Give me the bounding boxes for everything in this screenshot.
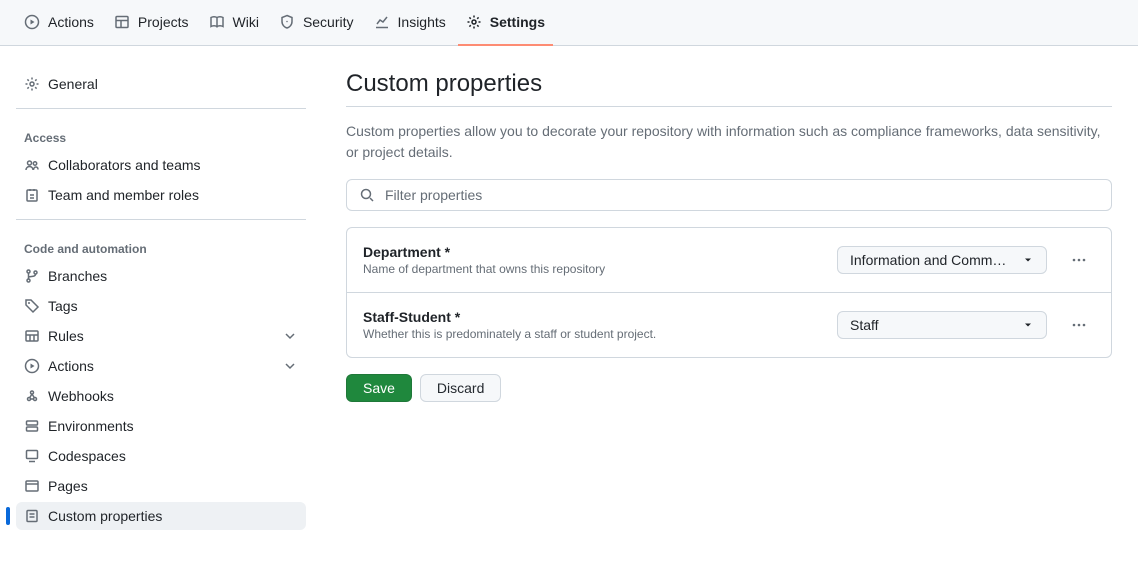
triangle-down-icon	[1022, 254, 1034, 266]
property-value-select[interactable]: Information and Commu…	[837, 246, 1047, 274]
sidebar-item-environments[interactable]: Environments	[16, 412, 306, 440]
divider	[16, 108, 306, 109]
tab-wiki[interactable]: Wiki	[201, 0, 267, 46]
property-name: Department *	[363, 244, 821, 260]
divider	[16, 219, 306, 220]
property-label-block: Department * Name of department that own…	[363, 244, 821, 276]
select-value: Staff	[850, 317, 1014, 333]
sidebar-item-codespaces[interactable]: Codespaces	[16, 442, 306, 470]
save-button[interactable]: Save	[346, 374, 412, 402]
table-icon	[114, 14, 130, 30]
tab-insights[interactable]: Insights	[366, 0, 454, 46]
sidebar-item-label: Codespaces	[48, 448, 126, 464]
sidebar-item-webhooks[interactable]: Webhooks	[16, 382, 306, 410]
sidebar-item-label: Team and member roles	[48, 187, 199, 203]
property-name: Staff-Student *	[363, 309, 821, 325]
search-icon	[359, 187, 375, 203]
play-icon	[24, 358, 40, 374]
sidebar-item-label: Pages	[48, 478, 88, 494]
gear-icon	[24, 76, 40, 92]
shield-icon	[279, 14, 295, 30]
tab-actions[interactable]: Actions	[16, 0, 102, 46]
property-description: Whether this is predominately a staff or…	[363, 327, 821, 341]
sidebar-group-code: Code and automation	[16, 234, 306, 262]
triangle-down-icon	[1022, 319, 1034, 331]
properties-list: Department * Name of department that own…	[346, 227, 1112, 358]
tag-icon	[24, 298, 40, 314]
property-row: Staff-Student * Whether this is predomin…	[347, 292, 1111, 357]
sidebar-item-label: Rules	[48, 328, 84, 344]
tab-label: Wiki	[233, 14, 259, 30]
sidebar-item-label: Custom properties	[48, 508, 162, 524]
sidebar-item-branches[interactable]: Branches	[16, 262, 306, 290]
book-icon	[209, 14, 225, 30]
discard-button[interactable]: Discard	[420, 374, 501, 402]
sidebar-item-general[interactable]: General	[16, 70, 306, 98]
sidebar-item-tags[interactable]: Tags	[16, 292, 306, 320]
property-actions-button[interactable]	[1063, 244, 1095, 276]
tab-security[interactable]: Security	[271, 0, 362, 46]
webhook-icon	[24, 388, 40, 404]
sidebar-item-label: Collaborators and teams	[48, 157, 201, 173]
chevron-down-icon	[282, 328, 298, 344]
settings-sidebar: General Access Collaborators and teams T…	[16, 70, 322, 532]
tab-settings[interactable]: Settings	[458, 0, 553, 46]
sidebar-item-rules[interactable]: Rules	[16, 322, 306, 350]
sidebar-item-collaborators[interactable]: Collaborators and teams	[16, 151, 306, 179]
sidebar-item-label: Tags	[48, 298, 78, 314]
property-label-block: Staff-Student * Whether this is predomin…	[363, 309, 821, 341]
sidebar-item-team-roles[interactable]: Team and member roles	[16, 181, 306, 209]
tab-label: Insights	[398, 14, 446, 30]
play-icon	[24, 14, 40, 30]
tab-label: Security	[303, 14, 354, 30]
graph-icon	[374, 14, 390, 30]
git-branch-icon	[24, 268, 40, 284]
page-title: Custom properties	[346, 70, 1112, 107]
sidebar-group-access: Access	[16, 123, 306, 151]
filter-properties-input[interactable]	[383, 186, 1099, 204]
property-description: Name of department that owns this reposi…	[363, 262, 821, 276]
sidebar-item-actions[interactable]: Actions	[16, 352, 306, 380]
tab-label: Settings	[490, 14, 545, 30]
people-icon	[24, 157, 40, 173]
page-description: Custom properties allow you to decorate …	[346, 121, 1112, 163]
id-badge-icon	[24, 187, 40, 203]
form-actions: Save Discard	[346, 374, 1112, 402]
tab-projects[interactable]: Projects	[106, 0, 197, 46]
chevron-down-icon	[282, 358, 298, 374]
sidebar-item-label: Webhooks	[48, 388, 114, 404]
main-content: Custom properties Custom properties allo…	[322, 70, 1112, 532]
tab-label: Actions	[48, 14, 94, 30]
server-icon	[24, 418, 40, 434]
note-icon	[24, 508, 40, 524]
sidebar-item-pages[interactable]: Pages	[16, 472, 306, 500]
browser-icon	[24, 478, 40, 494]
sidebar-item-label: Environments	[48, 418, 134, 434]
property-row: Department * Name of department that own…	[347, 228, 1111, 292]
ruler-icon	[24, 328, 40, 344]
sidebar-item-label: Actions	[48, 358, 94, 374]
sidebar-item-label: Branches	[48, 268, 107, 284]
select-value: Information and Commu…	[850, 252, 1014, 268]
property-value-select[interactable]: Staff	[837, 311, 1047, 339]
codespaces-icon	[24, 448, 40, 464]
sidebar-item-label: General	[48, 76, 98, 92]
gear-icon	[466, 14, 482, 30]
sidebar-item-custom-properties[interactable]: Custom properties	[16, 502, 306, 530]
tab-label: Projects	[138, 14, 189, 30]
property-actions-button[interactable]	[1063, 309, 1095, 341]
filter-properties-field[interactable]	[346, 179, 1112, 211]
repo-tabs: Actions Projects Wiki Security Insights …	[0, 0, 1138, 46]
